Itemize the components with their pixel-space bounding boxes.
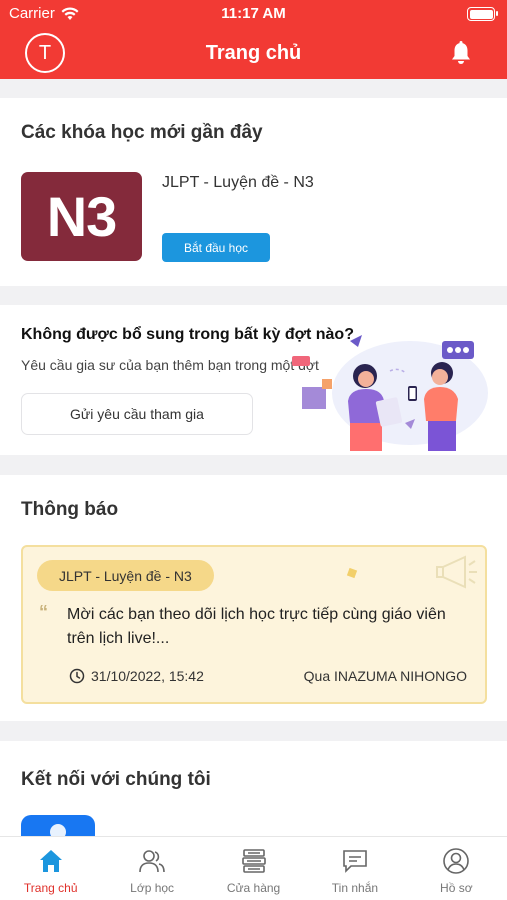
tab-classes-label: Lớp học: [130, 881, 175, 895]
page-title: Trang chủ: [205, 42, 302, 64]
tab-store-label: Cửa hàng: [226, 881, 281, 895]
tab-home[interactable]: Trang chủ: [0, 837, 101, 900]
course-thumbnail[interactable]: N3: [21, 172, 142, 261]
app-header: Carrier 11:17 AM T Trang chủ: [0, 0, 507, 79]
tab-messages-label: Tin nhắn: [331, 881, 379, 895]
users-icon: [139, 850, 165, 873]
notification-source: Qua INAZUMA NIHONGO: [303, 668, 467, 684]
start-learning-button[interactable]: Bắt đầu học: [162, 233, 270, 262]
join-request-button[interactable]: Gửi yêu cầu tham gia: [21, 393, 253, 435]
sparkle-icon: [346, 567, 358, 579]
notification-card[interactable]: JLPT - Luyện đề - N3 “ Mời các bạn theo …: [21, 545, 487, 704]
bell-icon[interactable]: [448, 40, 474, 66]
status-bar: Carrier 11:17 AM: [0, 0, 507, 28]
join-subtitle: Yêu cầu gia sư của bạn thêm bạn trong mộ…: [21, 357, 319, 373]
notifications-section: Thông báo JLPT - Luyện đề - N3 “ Mời các…: [0, 475, 507, 721]
tab-messages[interactable]: Tin nhắn: [304, 837, 405, 900]
notification-message: Mời các bạn theo dõi lịch học trực tiếp …: [67, 606, 446, 647]
notification-date: 31/10/2022, 15:42: [69, 668, 204, 684]
clock-icon: [69, 668, 85, 684]
status-time: 11:17 AM: [221, 5, 286, 22]
battery-icon: [467, 7, 498, 21]
recent-courses-section: Các khóa học mới gần đây N3 JLPT - Luyện…: [0, 98, 507, 286]
recent-courses-heading: Các khóa học mới gần đây: [21, 122, 263, 143]
notification-datetime: 31/10/2022, 15:42: [91, 668, 204, 684]
quote-icon: “: [39, 602, 48, 622]
notifications-heading: Thông báo: [21, 499, 119, 520]
home-icon: [39, 850, 62, 872]
people-illustration: [292, 335, 488, 451]
profile-icon: [443, 848, 470, 874]
tab-home-label: Trang chủ: [23, 881, 78, 895]
course-tag: JLPT - Luyện đề - N3: [37, 560, 214, 591]
join-request-section: Không được bổ sung trong bất kỳ đợt nào?…: [0, 305, 507, 455]
megaphone-icon: [436, 555, 477, 589]
tab-profile-label: Hồ sơ: [440, 881, 473, 895]
connect-section: Kết nối với chúng tôi: [0, 741, 507, 855]
tab-profile[interactable]: Hồ sơ: [406, 837, 507, 900]
tab-classes[interactable]: Lớp học: [101, 837, 202, 900]
message-icon: [343, 850, 367, 873]
books-icon: [241, 849, 266, 873]
tab-store[interactable]: Cửa hàng: [203, 837, 304, 900]
course-name[interactable]: JLPT - Luyện đề - N3: [162, 174, 314, 192]
bottom-tab-bar: Trang chủ Lớp học Cửa hàng Tin nhắn Hồ s…: [0, 836, 507, 900]
connect-heading: Kết nối với chúng tôi: [21, 769, 211, 790]
